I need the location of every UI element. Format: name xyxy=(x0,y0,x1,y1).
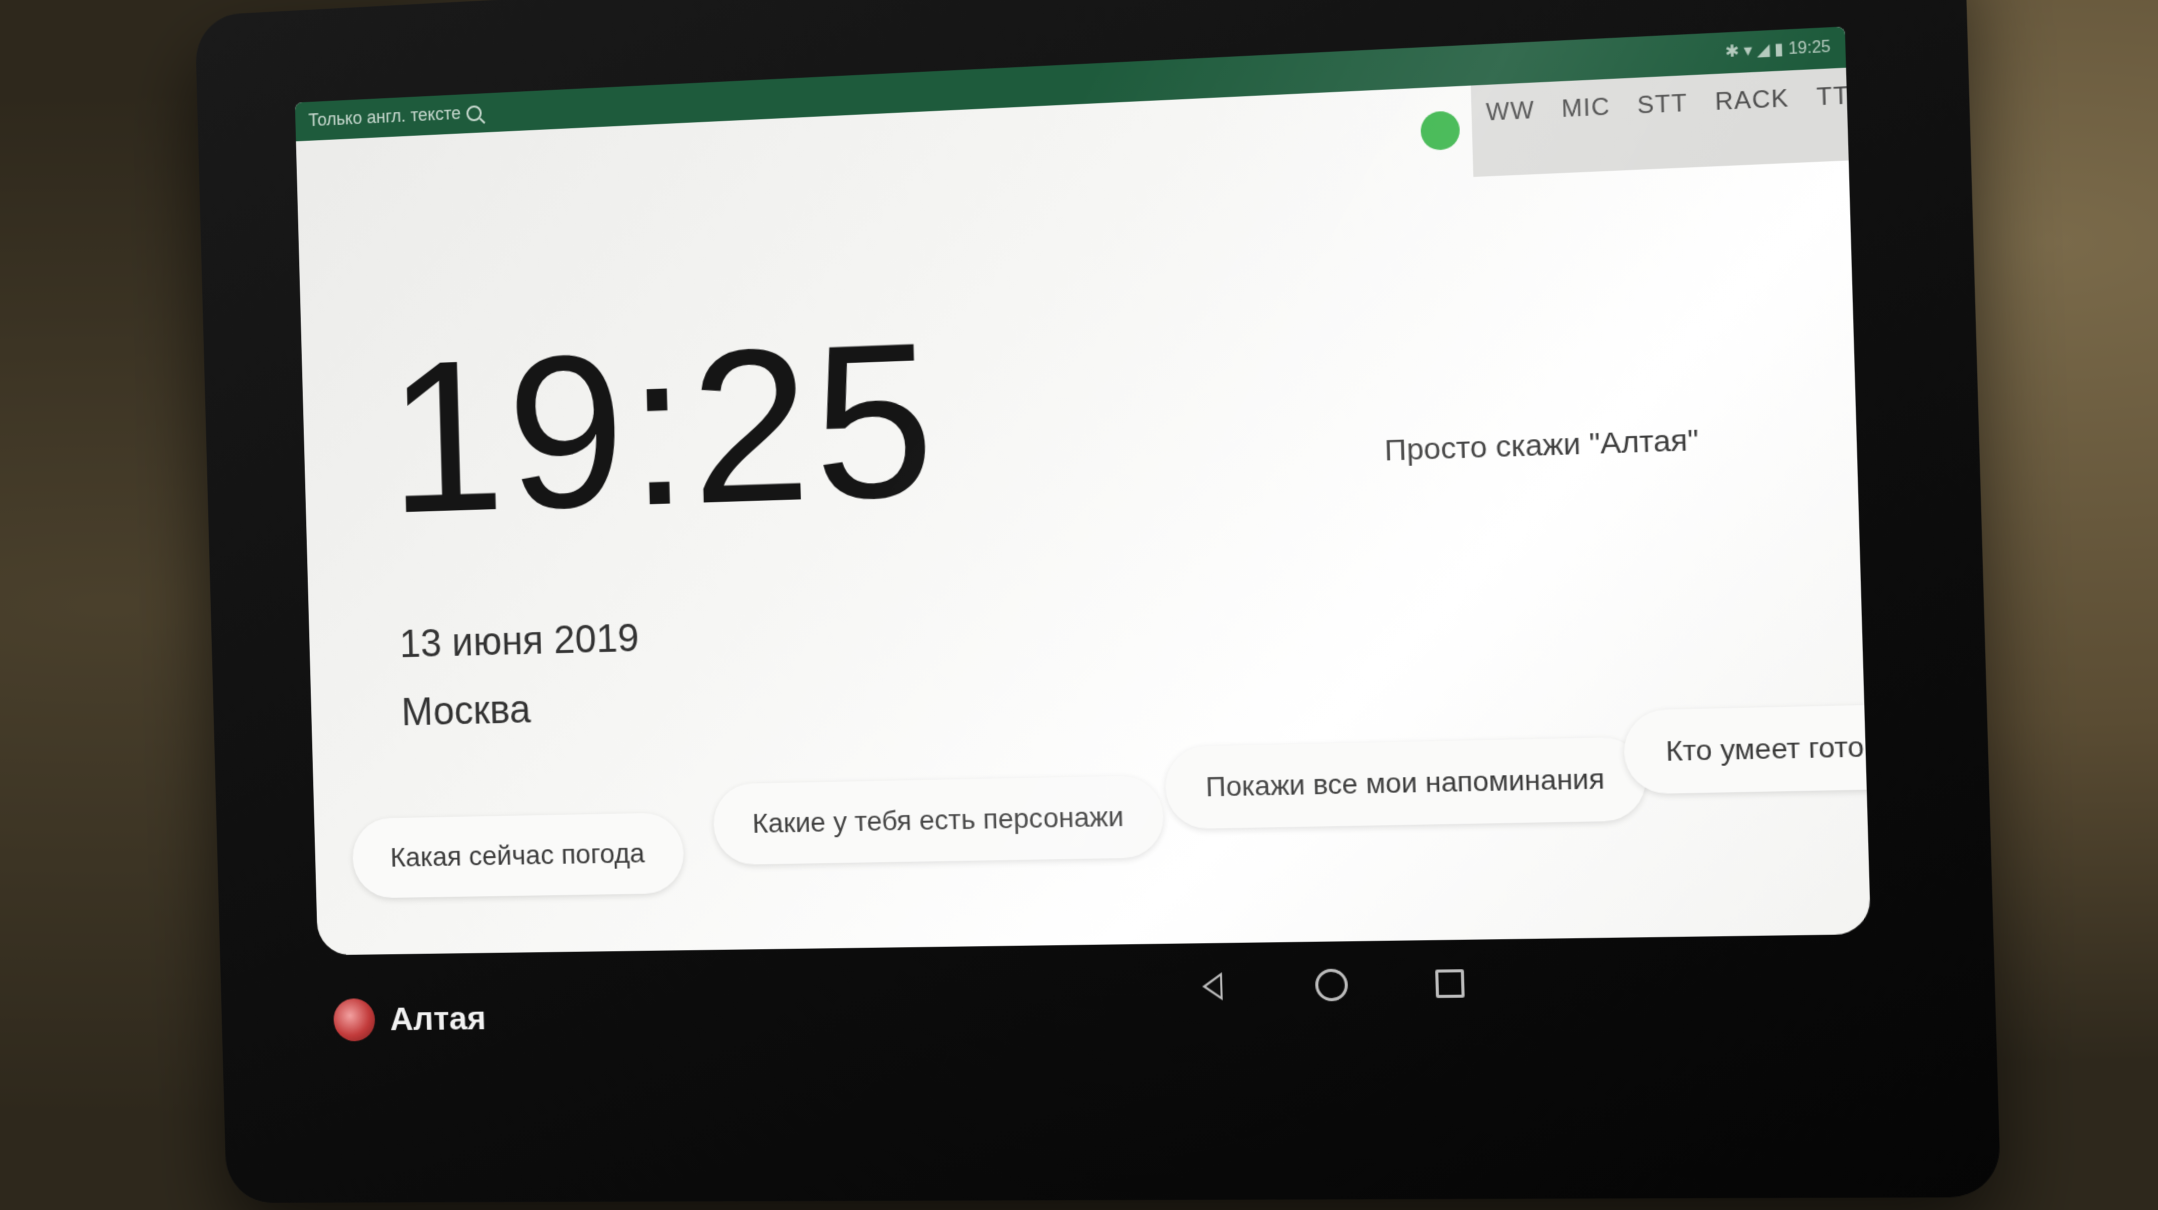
suggestion-chips: Какая сейчас погода Какие у тебя есть пе… xyxy=(314,704,1871,907)
pipeline-labels: WW MIC STT RACK TTS xyxy=(1486,81,1869,127)
clock-time: 19:25 xyxy=(385,297,941,559)
suggestion-chip-weather[interactable]: Какая сейчас погода xyxy=(351,812,685,899)
nav-back-button[interactable] xyxy=(1196,968,1233,1005)
indicator-ww: WW xyxy=(1485,96,1536,127)
suggestion-chip-characters[interactable]: Какие у тебя есть персонажи xyxy=(712,775,1165,866)
tablet-device: Только англ. тексте ✱ ▾ ◢ ▮ 19:25 WW MIC… xyxy=(194,0,2001,1203)
search-hint[interactable]: Только англ. тексте xyxy=(308,102,482,131)
assistant-screen: Только англ. тексте ✱ ▾ ◢ ▮ 19:25 WW MIC… xyxy=(294,26,1871,956)
home-icon xyxy=(1314,968,1349,1002)
nav-home-button[interactable] xyxy=(1313,967,1351,1004)
wake-word-hint: Просто скажи "Алтая" xyxy=(1384,423,1700,468)
system-status-icons: ✱ ▾ ◢ ▮ 19:25 xyxy=(1724,38,1831,62)
pipeline-indicator-panel: WW MIC STT RACK TTS xyxy=(1420,67,1868,177)
suggestion-chip-reminders[interactable]: Покажи все мои напоминания xyxy=(1164,736,1648,830)
indicator-tts: TTS xyxy=(1816,81,1869,112)
clock-date: 13 июня 2019 xyxy=(399,616,640,666)
search-hint-label: Только англ. тексте xyxy=(308,103,462,131)
pipeline-sublabels xyxy=(1487,139,1594,144)
nav-recents-button[interactable] xyxy=(1431,965,1469,1002)
recents-icon xyxy=(1435,969,1465,998)
indicator-stt: STT xyxy=(1636,89,1689,120)
search-icon xyxy=(466,104,482,122)
android-nav-bar xyxy=(1196,965,1469,1005)
back-icon xyxy=(1201,972,1223,1001)
brand-name: Алтая xyxy=(389,999,487,1038)
altaya-logo-icon xyxy=(333,998,376,1042)
brand: Алтая xyxy=(333,997,487,1042)
indicator-mic: MIC xyxy=(1561,93,1611,124)
listening-status-icon xyxy=(1420,110,1461,151)
indicator-rack: RACK xyxy=(1714,84,1790,117)
clock-city: Москва xyxy=(400,688,532,735)
suggestion-chip-cooking[interactable]: Кто умеет готови xyxy=(1622,704,1871,795)
